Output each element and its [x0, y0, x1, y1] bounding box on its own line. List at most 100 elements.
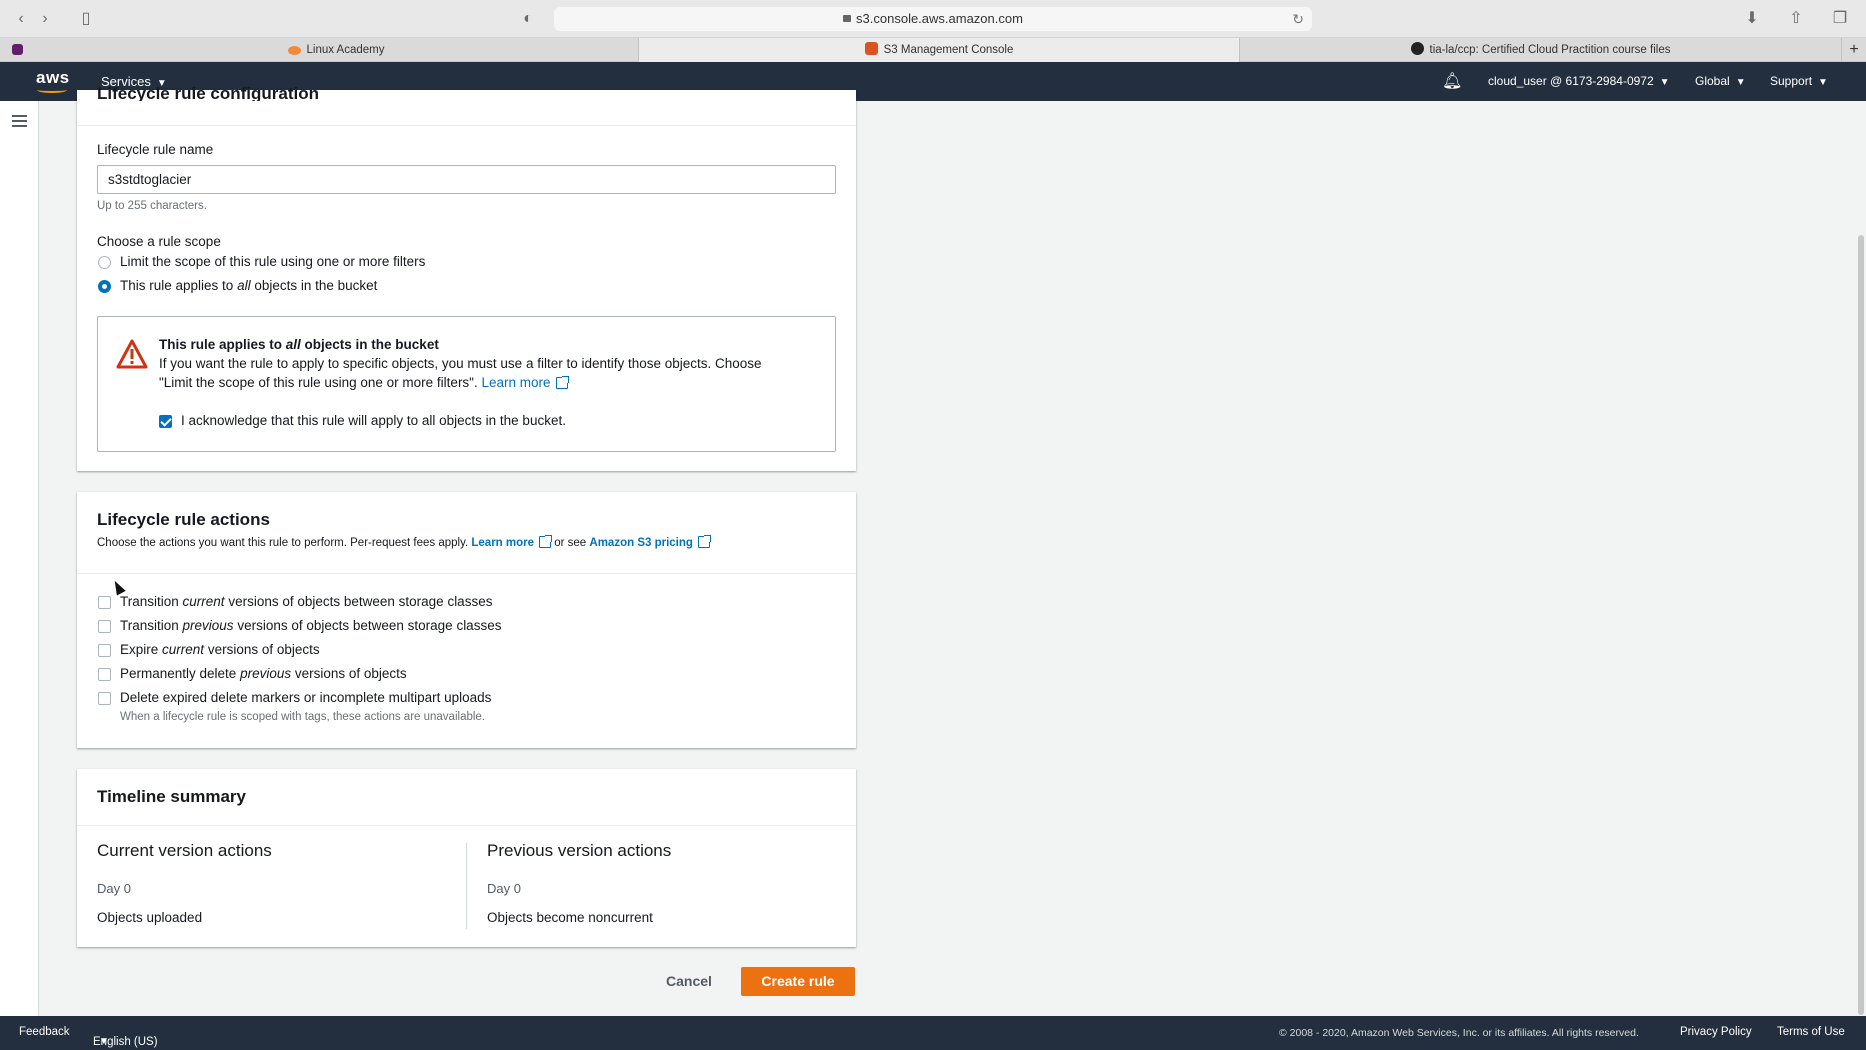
rule-name-label: Lifecycle rule name: [97, 142, 214, 157]
actions-learn-more-link[interactable]: Learn more: [471, 537, 534, 549]
action-checkbox-transition-current[interactable]: [98, 596, 111, 609]
reload-icon[interactable]: ↻: [1292, 7, 1304, 31]
label-emphasis: current: [182, 594, 225, 609]
previous-version-heading: Previous version actions: [487, 841, 672, 860]
caret-down-icon: ▼: [1818, 77, 1828, 88]
lifecycle-config-panel: Lifecycle rule configuration Lifecycle r…: [77, 87, 856, 471]
action-label-expire-current[interactable]: Expire current versions of objects: [120, 642, 320, 657]
account-menu[interactable]: cloud_user @ 6173-2984-0972 ▼: [1488, 74, 1670, 88]
previous-event: Objects become noncurrent: [487, 910, 653, 925]
rule-name-hint: Up to 255 characters.: [97, 200, 207, 212]
caret-down-icon: ▼: [99, 1036, 109, 1047]
scope-option-filter-label[interactable]: Limit the scope of this rule using one o…: [120, 254, 425, 269]
action-label-transition-previous[interactable]: Transition previous versions of objects …: [120, 618, 501, 633]
hamburger-menu-icon[interactable]: [12, 115, 27, 127]
slack-icon[interactable]: [0, 38, 34, 62]
back-icon[interactable]: ‹: [12, 8, 30, 30]
region-label: Global: [1695, 74, 1730, 88]
new-tab-icon[interactable]: +: [1842, 38, 1866, 62]
support-menu[interactable]: Support ▼: [1770, 74, 1828, 88]
linux-academy-icon: [287, 46, 301, 55]
url-text: s3.console.aws.amazon.com: [856, 11, 1023, 26]
scope-radio-all[interactable]: [98, 280, 111, 293]
sidebar-toggle-icon[interactable]: ▯: [74, 8, 98, 30]
action-label-delete-previous[interactable]: Permanently delete previous versions of …: [120, 666, 407, 681]
label-text: Delete expired delete markers or incompl…: [120, 690, 492, 705]
actions-description: Choose the actions you want this rule to…: [97, 535, 711, 549]
tab-label: S3 Management Console: [883, 44, 1014, 56]
label-text: Transition: [120, 618, 183, 633]
lock-icon: [843, 15, 852, 22]
rule-name-input[interactable]: [97, 165, 836, 194]
copyright-text: © 2008 - 2020, Amazon Web Services, Inc.…: [1279, 1027, 1639, 1039]
actions-tag-note: When a lifecycle rule is scoped with tag…: [120, 711, 486, 723]
feedback-link[interactable]: Feedback: [19, 1026, 70, 1038]
timeline-heading: Timeline summary: [97, 787, 246, 806]
caret-down-icon: ▼: [1735, 77, 1746, 88]
divider: [77, 125, 856, 126]
forward-icon[interactable]: ›: [36, 8, 54, 30]
create-rule-button[interactable]: Create rule: [741, 967, 855, 996]
cancel-button[interactable]: Cancel: [655, 967, 723, 996]
divider: [77, 573, 856, 574]
account-label: cloud_user @ 6173-2984-0972: [1488, 74, 1654, 88]
desc-text: or see: [554, 537, 587, 549]
tabs-overview-icon[interactable]: ❐: [1830, 8, 1850, 30]
label-text: versions of objects: [204, 642, 320, 657]
title-emphasis: all: [285, 337, 301, 352]
acknowledge-checkbox[interactable]: [159, 415, 172, 428]
scope-option-all-label[interactable]: This rule applies to all objects in the …: [120, 278, 377, 293]
label-text: This rule applies to: [120, 278, 238, 293]
action-label-transition-current[interactable]: Transition current versions of objects b…: [120, 594, 492, 609]
action-checkbox-transition-previous[interactable]: [98, 620, 111, 633]
action-checkbox-delete-previous[interactable]: [98, 668, 111, 681]
current-version-heading: Current version actions: [97, 841, 272, 860]
address-bar[interactable]: s3.console.aws.amazon.com ↻: [554, 7, 1312, 31]
label-text: versions of objects: [291, 666, 407, 681]
tab-github[interactable]: tia-la/ccp: Certified Cloud Practition c…: [1240, 38, 1842, 62]
desc-text: Choose the actions you want this rule to…: [97, 537, 469, 549]
tab-label: Linux Academy: [306, 44, 385, 56]
config-heading-partial: Lifecycle rule configuration: [97, 87, 319, 101]
s3-icon: [864, 42, 878, 55]
tab-linux-academy[interactable]: Linux Academy: [34, 38, 639, 62]
downloads-icon[interactable]: ⬇: [1742, 8, 1762, 30]
notifications-bell-icon[interactable]: 🔔︎: [1442, 71, 1462, 91]
label-text: Limit the scope of this rule using one o…: [120, 254, 426, 269]
label-text: versions of objects between storage clas…: [233, 618, 502, 633]
previous-day: Day 0: [487, 881, 521, 896]
action-checkbox-expire-current[interactable]: [98, 644, 111, 657]
label-emphasis: current: [162, 642, 205, 657]
timeline-summary-panel: Timeline summary Current version actions…: [77, 769, 856, 947]
label-emphasis: previous: [182, 618, 234, 633]
lifecycle-actions-panel: Lifecycle rule actions Choose the action…: [77, 492, 856, 748]
share-icon[interactable]: ⇧: [1786, 8, 1806, 30]
warning-text: "Limit the scope of this rule using one …: [159, 375, 478, 390]
warning-line-1: If you want the rule to apply to specifi…: [159, 356, 762, 371]
aws-logo[interactable]: aws: [36, 68, 70, 93]
github-icon: [1410, 42, 1424, 55]
warning-alert: This rule applies to all objects in the …: [97, 316, 836, 452]
acknowledge-label[interactable]: I acknowledge that this rule will apply …: [181, 413, 566, 428]
terms-of-use-link[interactable]: Terms of Use: [1777, 1026, 1845, 1038]
warning-icon: [116, 339, 148, 369]
title-text: This rule applies to: [159, 337, 286, 352]
tab-label: tia-la/ccp: Certified Cloud Practition c…: [1429, 44, 1671, 56]
region-menu[interactable]: Global ▼: [1695, 74, 1746, 88]
label-text: Transition: [120, 594, 183, 609]
privacy-shield-icon[interactable]: ◐: [518, 8, 538, 30]
privacy-policy-link[interactable]: Privacy Policy: [1680, 1026, 1752, 1038]
console-footer: Feedback English (US) ▼ © 2008 - 2020, Am…: [0, 1016, 1866, 1050]
side-navigation: [0, 101, 39, 1016]
s3-pricing-link[interactable]: Amazon S3 pricing: [589, 537, 693, 549]
action-checkbox-delete-markers[interactable]: [98, 692, 111, 705]
tab-s3-console[interactable]: S3 Management Console: [639, 38, 1240, 62]
learn-more-link[interactable]: Learn more: [482, 375, 551, 390]
action-label-delete-markers[interactable]: Delete expired delete markers or incompl…: [120, 690, 491, 705]
browser-toolbar: ‹ › ▯ ◐ s3.console.aws.amazon.com ↻ ⬇ ⇧ …: [0, 0, 1866, 38]
scrollbar-thumb[interactable]: [1858, 235, 1864, 1015]
actions-heading: Lifecycle rule actions: [97, 510, 270, 529]
rule-scope-label: Choose a rule scope: [97, 234, 221, 249]
external-link-icon: [697, 535, 711, 548]
scope-radio-filter[interactable]: [98, 256, 111, 269]
